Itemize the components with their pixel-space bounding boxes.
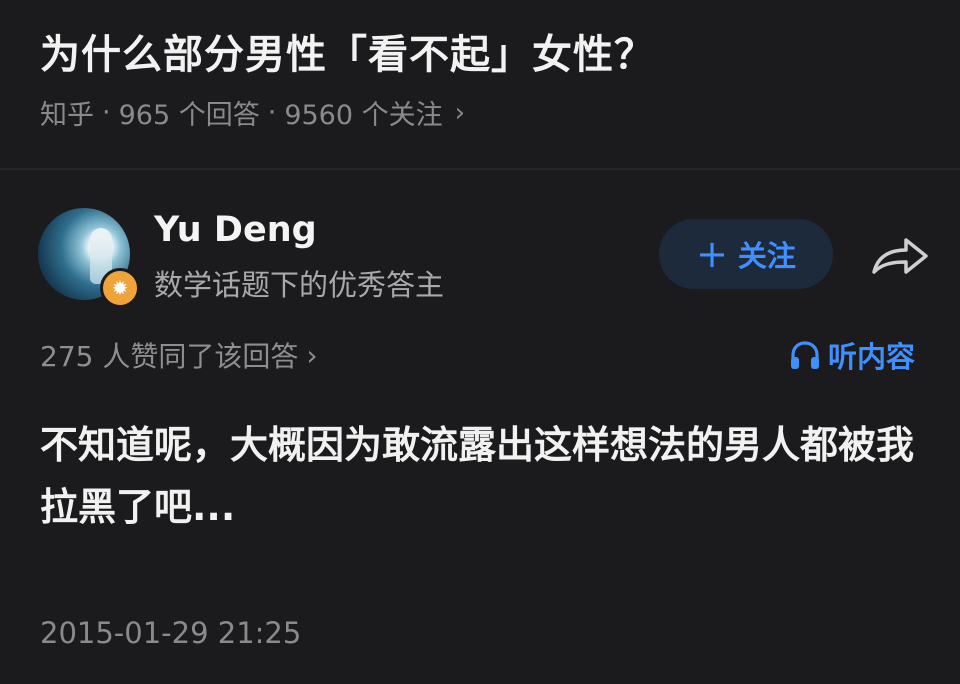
upvote-count[interactable]: 275 人赞同了该回答 › xyxy=(40,335,318,375)
answer-content: 不知道呢，大概因为敢流露出这样想法的男人都被我拉黑了吧... xyxy=(40,423,915,529)
question-meta[interactable]: 知乎 · 965 个回答 · 9560 个关注 › xyxy=(40,93,465,132)
answers-count: 965 个回答 xyxy=(118,100,260,131)
followers-count: 9560 个关注 xyxy=(284,100,443,131)
upvote-text: 275 人赞同了该回答 xyxy=(40,340,299,373)
divider xyxy=(0,168,960,170)
meta-separator: · xyxy=(267,97,277,128)
follow-button[interactable]: + 关注 xyxy=(659,219,833,289)
chevron-right-icon: › xyxy=(454,97,466,128)
listen-label: 听内容 xyxy=(828,340,916,374)
chevron-right-icon: › xyxy=(306,338,318,372)
meta-separator: · xyxy=(102,97,111,128)
answer-timestamp: 2015-01-29 21:25 xyxy=(40,616,302,650)
author-bio: 数学话题下的优秀答主 xyxy=(154,268,445,302)
flame-icon: ✹ xyxy=(100,268,140,308)
headphone-icon xyxy=(791,341,819,369)
plus-icon: + xyxy=(696,232,728,276)
listen-button[interactable]: 听内容 xyxy=(788,334,915,376)
question-source: 知乎 xyxy=(40,100,94,131)
question-title[interactable]: 为什么部分男性「看不起」女性？ xyxy=(40,22,655,80)
author-name[interactable]: Yu Deng xyxy=(154,210,317,250)
share-arrow-icon[interactable] xyxy=(868,234,930,278)
follow-label: 关注 xyxy=(737,239,796,273)
